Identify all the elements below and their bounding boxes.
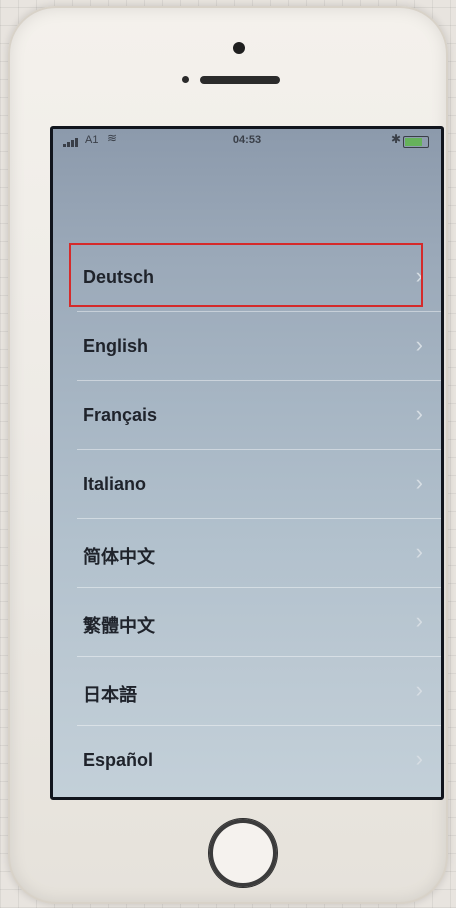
chevron-right-icon: › bbox=[415, 539, 423, 564]
language-row-traditional-chinese[interactable]: 繁體中文 › bbox=[53, 588, 441, 656]
language-label: English bbox=[83, 336, 149, 356]
speaker-grille bbox=[200, 76, 280, 84]
language-selection-list: Deutsch › English › Français › Italiano … bbox=[53, 129, 441, 797]
chevron-right-icon: › bbox=[415, 608, 423, 633]
language-label: 日本語 bbox=[83, 685, 137, 705]
language-row-english[interactable]: English › bbox=[53, 312, 441, 380]
language-row-simplified-chinese[interactable]: 简体中文 › bbox=[53, 519, 441, 587]
phone-frame: A1 ≋ 04:53 ✱ Deutsch › English › Françai… bbox=[8, 6, 448, 904]
language-row-espanol[interactable]: Español › bbox=[53, 726, 441, 794]
language-label: 简体中文 bbox=[83, 547, 155, 567]
language-label: Español bbox=[83, 750, 154, 770]
home-button[interactable] bbox=[209, 819, 277, 887]
chevron-right-icon: › bbox=[415, 401, 423, 426]
selected-language-highlight bbox=[69, 243, 423, 307]
language-label: Italiano bbox=[83, 474, 147, 494]
language-label: Français bbox=[83, 405, 158, 425]
phone-screen: A1 ≋ 04:53 ✱ Deutsch › English › Françai… bbox=[50, 126, 444, 800]
chevron-right-icon: › bbox=[415, 332, 423, 357]
chevron-right-icon: › bbox=[415, 677, 423, 702]
language-row-italiano[interactable]: Italiano › bbox=[53, 450, 441, 518]
proximity-sensor bbox=[182, 76, 189, 83]
front-camera-icon bbox=[233, 42, 245, 54]
language-row-francais[interactable]: Français › bbox=[53, 381, 441, 449]
language-label: 繁體中文 bbox=[83, 616, 155, 636]
chevron-right-icon: › bbox=[415, 746, 423, 771]
chevron-right-icon: › bbox=[415, 470, 423, 495]
language-row-japanese[interactable]: 日本語 › bbox=[53, 657, 441, 725]
